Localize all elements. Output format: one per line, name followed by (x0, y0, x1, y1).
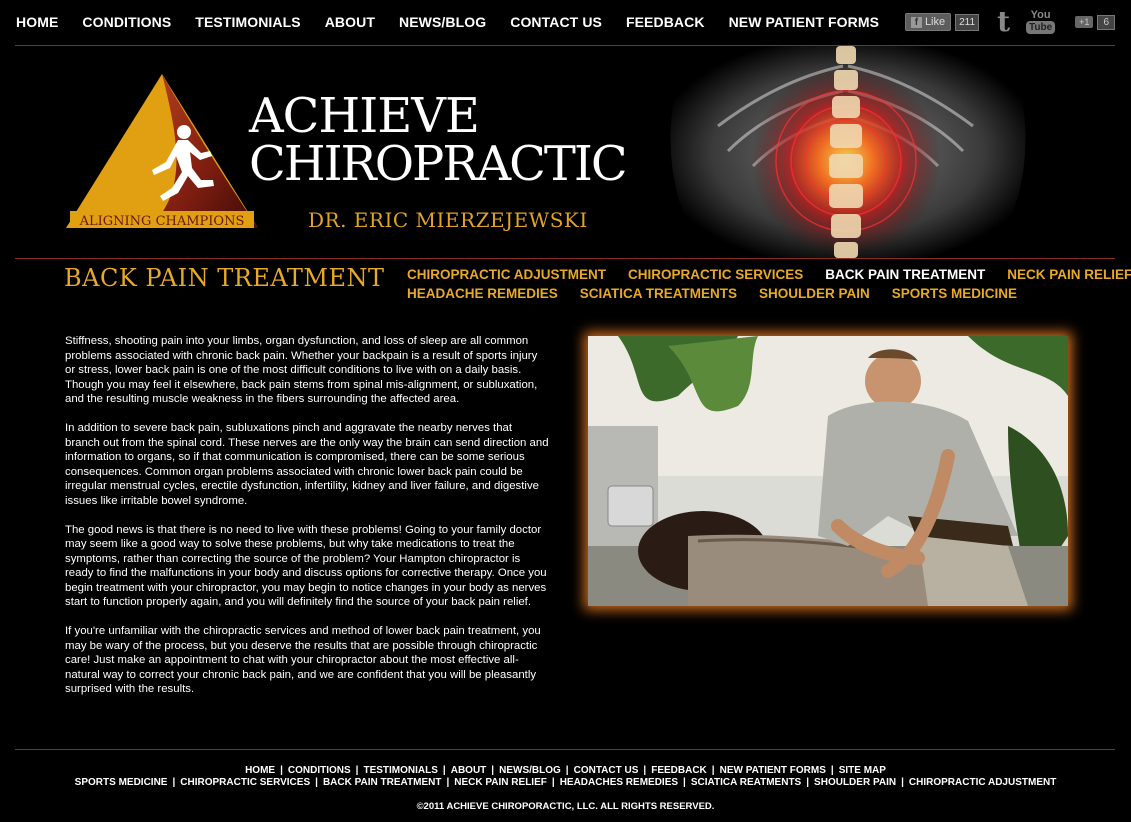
footer-link-conditions[interactable]: CONDITIONS (288, 765, 351, 776)
subnav-chiropractic-adjustment[interactable]: CHIROPRACTIC ADJUSTMENT (407, 267, 606, 282)
nav-feedback[interactable]: FEEDBACK (626, 14, 705, 30)
subnav-chiropractic-services[interactable]: CHIROPRACTIC SERVICES (628, 267, 803, 282)
treatment-photo (588, 336, 1068, 606)
nav-news-blog[interactable]: NEWS/BLOG (399, 14, 486, 30)
subnav-sciatica-treatments[interactable]: SCIATICA TREATMENTS (580, 286, 737, 301)
footer-link-about[interactable]: ABOUT (451, 765, 487, 776)
footer-link-testimonials[interactable]: TESTIMONIALS (363, 765, 437, 776)
footer-link-contact-us[interactable]: CONTACT US (574, 765, 639, 776)
youtube-you-text: You (1030, 9, 1051, 21)
nav-contact-us[interactable]: CONTACT US (510, 14, 602, 30)
facebook-icon: f (910, 16, 922, 28)
subnav-headache-remedies[interactable]: HEADACHE REMEDIES (407, 286, 558, 301)
subnav-neck-pain-relief[interactable]: NECK PAIN RELIEF (1007, 267, 1131, 282)
footer-link-headaches-remedies[interactable]: HEADACHES REMEDIES (560, 777, 678, 788)
footer-link-back-pain-treatment[interactable]: BACK PAIN TREATMENT (323, 777, 442, 788)
footer-nav-row-2: SPORTS MEDICINE | CHIROPRACTIC SERVICES | BA… (74, 777, 1057, 788)
footer-link-news-blog[interactable]: NEWS/BLOG (499, 765, 561, 776)
copyright: ©2011 ACHIEVE CHIROPORACTIC, LLC. ALL RI… (416, 801, 715, 812)
top-nav: HOME CONDITIONS TESTIMONIALS ABOUT NEWS/… (16, 14, 879, 30)
youtube-icon[interactable]: You Tube (1026, 9, 1056, 34)
footer-link-home[interactable]: HOME (245, 765, 275, 776)
google-plus-icon[interactable]: +1 (1075, 16, 1094, 28)
footer-link-sports-medicine[interactable]: SPORTS MEDICINE (75, 777, 168, 788)
twitter-icon[interactable]: t (997, 8, 1010, 36)
footer-link-new-patient-forms[interactable]: NEW PATIENT FORMS (720, 765, 826, 776)
site-title-line2: CHIROPRACTIC (249, 136, 628, 192)
paragraph-2: In addition to severe back pain, subluxa… (65, 422, 549, 507)
article-body: Stiffness, shooting pain into your limbs… (65, 334, 550, 711)
spine-xray-image (648, 46, 1044, 258)
nav-testimonials[interactable]: TESTIMONIALS (195, 14, 300, 30)
header-divider (15, 258, 1115, 259)
google-plus-count: 6 (1097, 14, 1115, 30)
facebook-like-widget[interactable]: f Like 211 (904, 13, 980, 31)
subnav-back-pain-treatment[interactable]: BACK PAIN TREATMENT (825, 267, 985, 282)
facebook-like-label: Like (924, 16, 946, 28)
footer-link-shoulder-pain[interactable]: SHOULDER PAIN (814, 777, 896, 788)
footer-link-neck-pain-relief[interactable]: NECK PAIN RELIEF (454, 777, 547, 788)
footer-nav-row-1: HOME | CONDITIONS | TESTIMONIALS | ABOUT | NEWS/… (245, 765, 886, 776)
nav-new-patient-forms[interactable]: NEW PATIENT FORMS (729, 14, 880, 30)
paragraph-3: The good news is that there is no need t… (65, 523, 547, 609)
nav-about[interactable]: ABOUT (325, 14, 375, 30)
sub-nav-row-2: HEADACHE REMEDIES SCIATICA TREATMENTS SH… (407, 286, 1117, 301)
footer-link-site-map[interactable]: SITE MAP (839, 765, 886, 776)
logo-tagline: ALIGNING CHAMPIONS (79, 214, 245, 229)
subnav-sports-medicine[interactable]: SPORTS MEDICINE (892, 286, 1017, 301)
google-plus-widget[interactable]: +1 6 (1075, 14, 1115, 30)
facebook-like-button[interactable]: f Like (904, 13, 952, 31)
youtube-tube-text: Tube (1026, 21, 1056, 34)
footer-link-feedback[interactable]: FEEDBACK (651, 765, 707, 776)
nav-conditions[interactable]: CONDITIONS (82, 14, 171, 30)
doctor-name: DR. ERIC MIERZEJEWSKI (308, 208, 588, 232)
nav-home[interactable]: HOME (16, 14, 58, 30)
paragraph-1: Stiffness, shooting pain into your limbs… (65, 335, 538, 405)
footer-link-chiropractic-services[interactable]: CHIROPRACTIC SERVICES (180, 777, 310, 788)
social-links: f Like 211 t You Tube +1 6 (904, 8, 1115, 36)
logo[interactable]: ALIGNING CHAMPIONS (64, 72, 260, 237)
subnav-shoulder-pain[interactable]: SHOULDER PAIN (759, 286, 870, 301)
footer-divider (15, 749, 1115, 750)
facebook-like-count: 211 (955, 13, 980, 31)
footer-link-sciatica-treatments[interactable]: SCIATICA REATMENTS (691, 777, 801, 788)
sub-nav-row-1: CHIROPRACTIC ADJUSTMENT CHIROPRACTIC SER… (407, 267, 1131, 282)
paragraph-4: If you're unfamiliar with the chiropract… (65, 625, 541, 695)
page-title: BACK PAIN TREATMENT (64, 264, 385, 292)
footer-link-chiropractic-adjustment[interactable]: CHIROPRACTIC ADJUSTMENT (909, 777, 1056, 788)
